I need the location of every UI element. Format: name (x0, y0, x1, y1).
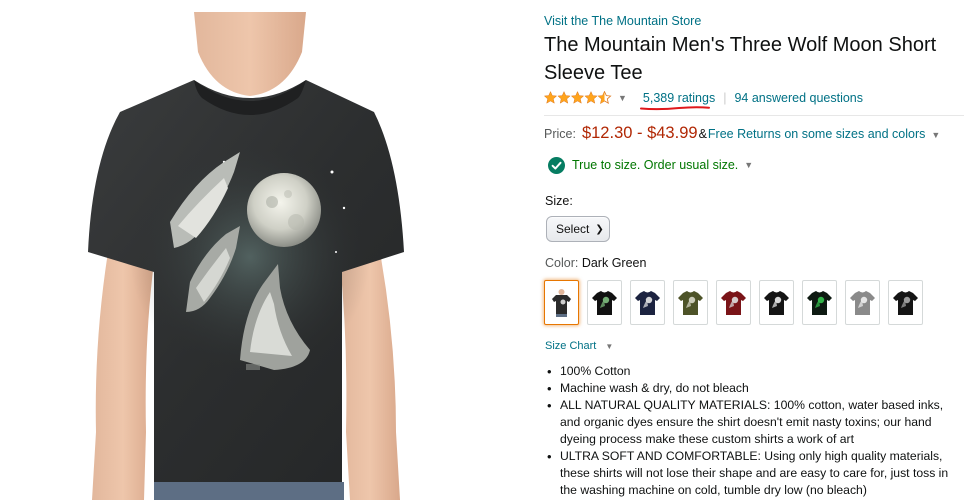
shirt-thumbnail-icon (592, 291, 617, 315)
price-label: Price: (544, 127, 576, 141)
swatch-9[interactable] (888, 280, 923, 325)
price-row: Price: $12.30 - $43.99 & Free Returns on… (544, 124, 966, 144)
stars-graphic (544, 91, 612, 104)
product-details: Visit the The Mountain Store The Mountai… (544, 12, 966, 500)
chevron-down-icon: ▼ (605, 342, 614, 351)
size-chart-text: Size Chart (545, 340, 597, 352)
swatch-3[interactable] (630, 280, 665, 325)
color-swatches (544, 280, 966, 325)
color-row: Color: Dark Green (545, 256, 966, 272)
check-circle-icon (548, 156, 565, 174)
feature-bullet: 100% Cotton (544, 363, 964, 380)
answered-questions-link[interactable]: 94 answered questions (734, 91, 863, 105)
swatch-6[interactable] (759, 280, 794, 325)
ratings-count-text: 5,389 ratings (642, 91, 716, 105)
ratings-row: ▼ 5,389 ratings | 94 answered questions (544, 89, 966, 111)
shirt-thumbnail-icon (635, 291, 660, 315)
chevron-down-icon: ❯ (595, 223, 604, 235)
shirt-thumbnail-icon (678, 291, 703, 315)
feature-bullet: ULTRA SOFT AND COMFORTABLE: Using only h… (544, 448, 964, 499)
chevron-down-icon[interactable]: ▼ (744, 160, 753, 170)
color-label: Color: (545, 256, 582, 270)
shirt-thumbnail-icon (850, 291, 875, 315)
shirt-thumbnail-icon (552, 289, 571, 317)
swatch-2[interactable] (587, 280, 622, 325)
feature-bullets: 100% CottonMachine wash & dry, do not bl… (544, 363, 964, 500)
color-value: Dark Green (581, 256, 647, 270)
red-annotation-underline (639, 106, 710, 111)
ratings-count-link[interactable]: 5,389 ratings (639, 91, 716, 111)
separator: | (723, 91, 727, 105)
feature-bullet: ALL NATURAL QUALITY MATERIALS: 100% cott… (544, 397, 964, 448)
product-title: The Mountain Men's Three Wolf Moon Short… (544, 34, 937, 84)
price-ampersand: & (698, 127, 707, 141)
shirt-thumbnail-icon (807, 291, 832, 315)
divider (544, 115, 964, 116)
store-link[interactable]: Visit the The Mountain Store (544, 12, 966, 30)
swatch-model[interactable] (544, 280, 579, 325)
size-selected-value: Select (556, 222, 590, 236)
tshirt-model-image (88, 12, 404, 500)
chevron-down-icon[interactable]: ▼ (931, 130, 940, 140)
fit-text: True to size. Order usual size. (572, 158, 739, 172)
shirt-thumbnail-icon (764, 291, 789, 315)
fit-recommendation[interactable]: True to size. Order usual size. ▼ (544, 156, 966, 174)
size-label: Size: (545, 194, 573, 208)
shirt-thumbnail-icon (893, 291, 918, 315)
swatch-4[interactable] (673, 280, 708, 325)
free-returns-link[interactable]: Free Returns on some sizes and colors (708, 127, 925, 141)
feature-bullet: Machine wash & dry, do not bleach (544, 380, 964, 397)
product-main-image[interactable] (74, 12, 419, 500)
price-value: $12.30 - $43.99 (581, 124, 698, 142)
size-chart-link[interactable]: Size Chart ▼ (545, 340, 966, 354)
swatch-5[interactable] (716, 280, 751, 325)
star-rating-icon[interactable] (544, 91, 612, 105)
chevron-down-icon[interactable]: ▼ (618, 93, 627, 103)
swatch-7[interactable] (802, 280, 837, 325)
size-dropdown[interactable]: Select ❯ (546, 216, 610, 242)
shirt-thumbnail-icon (721, 291, 746, 315)
swatch-8[interactable] (845, 280, 880, 325)
